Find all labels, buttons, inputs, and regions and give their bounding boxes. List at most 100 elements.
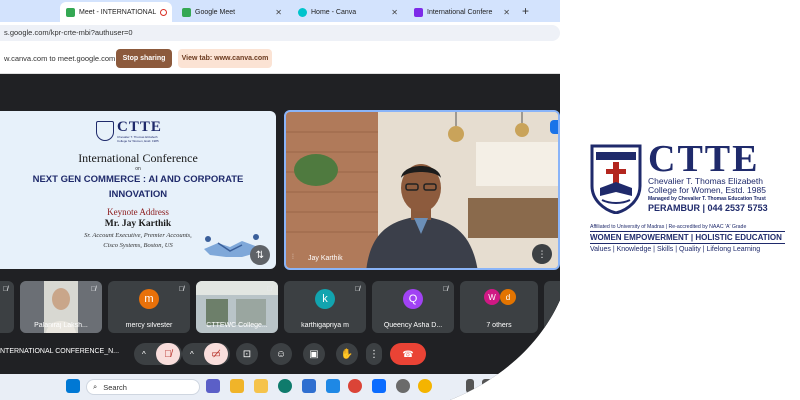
avatar-initial: k [322, 293, 328, 305]
mic-toggle-button[interactable]: 🎙̸ [156, 343, 180, 365]
participant-tile[interactable]: 🎙̸ [0, 281, 14, 333]
tab-label: Meet - INTERNATIONAL [79, 8, 157, 16]
stop-sharing-button[interactable]: Stop sharing [116, 49, 172, 68]
sharing-message: w.canva.com to meet.google.com [4, 54, 116, 63]
leave-call-button[interactable]: ☎ [390, 343, 426, 365]
avatar-initial: d [505, 292, 511, 302]
camera-toggle-button[interactable]: ▭̸ [204, 343, 228, 365]
close-icon[interactable]: ✕ [391, 8, 398, 17]
edge-icon[interactable] [278, 379, 292, 393]
reactions-button[interactable]: ☺ [270, 343, 292, 365]
meet-call-area: CTTE Chevalier T. Thomas Elizabeth Colle… [0, 74, 560, 374]
video-participant-name: Jay Karthik [308, 255, 343, 262]
captions-button[interactable]: ⊡ [236, 343, 258, 365]
avatar-initial: m [144, 293, 154, 305]
view-tab-button[interactable]: View tab: www.canva.com [178, 49, 272, 68]
more-options-button[interactable]: ⋮ [366, 343, 382, 365]
video-feed [286, 112, 560, 270]
college-logo: CTTE Chevalier T. Thomas Elizabeth Colle… [96, 119, 164, 145]
college-crest-icon [590, 144, 642, 214]
speaker-name: Mr. Jay Karthik [104, 219, 172, 229]
participant-tile[interactable]: m 🎙̸ mercy silvester [108, 281, 190, 333]
mic-off-icon: 🎙̸ [90, 286, 96, 293]
avatar: Q [403, 289, 423, 309]
windows-start-icon[interactable] [66, 379, 80, 393]
participant-name: CTTEWC College... [206, 322, 268, 329]
speaker-video-tile[interactable]: ⫶ Jay Karthik ⋮ [284, 110, 560, 270]
participant-tile[interactable]: 🎙̸ CTTEWC College... [196, 281, 278, 333]
tab-label: Home - Canva [311, 8, 357, 16]
motto: WOMEN EMPOWERMENT | HOLISTIC EDUCATION [590, 233, 785, 244]
affiliation: Affiliated to University of Madras | Re-… [590, 224, 785, 232]
camera-off-icon: ▭̸ [211, 348, 221, 360]
conference-theme-line2: INNOVATION [108, 189, 168, 200]
promo-stage: Meet - INTERNATIONAL ✕ Google Meet ✕ Hom… [0, 0, 800, 400]
presentation-slide: CTTE Chevalier T. Thomas Elizabeth Colle… [0, 111, 276, 269]
task-view-icon[interactable] [206, 379, 220, 393]
logo-name: CTTE [117, 119, 162, 135]
url-field[interactable]: s.google.com/kpr-crte-mbi?authuser=0 [0, 25, 560, 41]
file-explorer-icon[interactable] [254, 379, 268, 393]
avatar: k [315, 289, 335, 309]
pin-icon[interactable]: ⇅ [250, 245, 270, 265]
emoji-icon: ☺ [275, 348, 287, 360]
speaking-indicator-icon [550, 120, 558, 134]
chevron-up-icon[interactable]: ^ [142, 350, 146, 359]
participant-tile[interactable]: Q 🎙̸ Queency Asha D... [372, 281, 454, 333]
participant-tile[interactable]: 🎙̸ Palaniraj Laksh... [20, 281, 102, 333]
mic-off-icon: 🎙̸ [178, 286, 184, 293]
canva-icon [298, 8, 307, 17]
copilot-icon[interactable] [230, 379, 244, 393]
chevron-up-icon[interactable]: ^ [190, 350, 194, 359]
tab-international-conference[interactable]: International Confere ✕ [408, 2, 516, 22]
screen-share-bar: w.canva.com to meet.google.com Stop shar… [0, 44, 560, 74]
participant-tile-others[interactable]: W d 7 others [460, 281, 538, 333]
chrome-icon[interactable] [418, 379, 432, 393]
hand-icon: ✋ [340, 348, 354, 360]
tray-icon[interactable] [482, 379, 492, 393]
close-icon[interactable]: ✕ [503, 8, 510, 17]
google-meet-icon [66, 8, 75, 17]
college-address: PERAMBUR | 044 2537 5753 [648, 203, 768, 213]
tab-home-canva[interactable]: Home - Canva ✕ [292, 2, 404, 22]
wifi-icon[interactable] [500, 379, 510, 393]
more-options-icon[interactable]: ⋮ [532, 244, 552, 264]
speaker-pin-icon: ⫶ [292, 254, 294, 261]
windows-taskbar: ⌕ Search [0, 374, 560, 400]
raise-hand-button[interactable]: ✋ [336, 343, 358, 365]
chrome-icon[interactable] [348, 379, 362, 393]
more-vert-icon: ⋮ [369, 348, 379, 360]
participant-tile[interactable] [544, 281, 584, 333]
logo-subtitle: Chevalier T. Thomas Elizabeth College fo… [117, 135, 159, 143]
mic-off-icon: 🎙̸ [2, 286, 8, 293]
app-icon[interactable] [396, 379, 410, 393]
address-bar: s.google.com/kpr-crte-mbi?authuser=0 [0, 22, 560, 44]
participant-name: 7 others [486, 322, 512, 329]
present-button[interactable]: ▣ [303, 343, 325, 365]
chevron-up-icon[interactable] [466, 379, 474, 393]
store-icon[interactable] [302, 379, 316, 393]
participant-tile[interactable]: k 🎙̸ karthigapriya m [284, 281, 366, 333]
managed-by: Managed by Chevalier T. Thomas Education… [648, 196, 766, 202]
present-screen-icon: ▣ [309, 348, 319, 360]
browser-tab-strip: Meet - INTERNATIONAL ✕ Google Meet ✕ Hom… [0, 0, 560, 22]
app-icon[interactable] [372, 379, 386, 393]
tab-meet-international[interactable]: Meet - INTERNATIONAL ✕ [60, 2, 172, 22]
values: Values | Knowledge | Skills | Quality | … [590, 246, 761, 253]
taskbar-search[interactable]: ⌕ Search [86, 379, 200, 395]
meeting-title: NTERNATIONAL CONFERENCE_N... [0, 348, 120, 355]
mic-off-icon: 🎙̸ [164, 348, 172, 360]
tab-google-meet[interactable]: Google Meet ✕ [176, 2, 288, 22]
mic-off-icon: 🎙̸ [266, 286, 272, 293]
conference-title: International Conference [78, 151, 198, 165]
mic-off-icon: 🎙̸ [354, 286, 360, 293]
college-brand-logo: CTTE Chevalier T. Thomas Elizabeth Colle… [590, 140, 785, 260]
tab-label: International Confere [427, 8, 493, 16]
close-icon[interactable]: ✕ [275, 8, 282, 17]
new-tab-button[interactable]: + [522, 4, 529, 18]
captions-icon: ⊡ [242, 348, 252, 360]
conference-theme-line1: NEXT GEN COMMERCE : AI AND CORPORATE [32, 174, 244, 185]
mail-icon[interactable] [326, 379, 340, 393]
close-icon[interactable]: ✕ [171, 8, 172, 17]
keynote-heading: Keynote Address [107, 207, 169, 217]
